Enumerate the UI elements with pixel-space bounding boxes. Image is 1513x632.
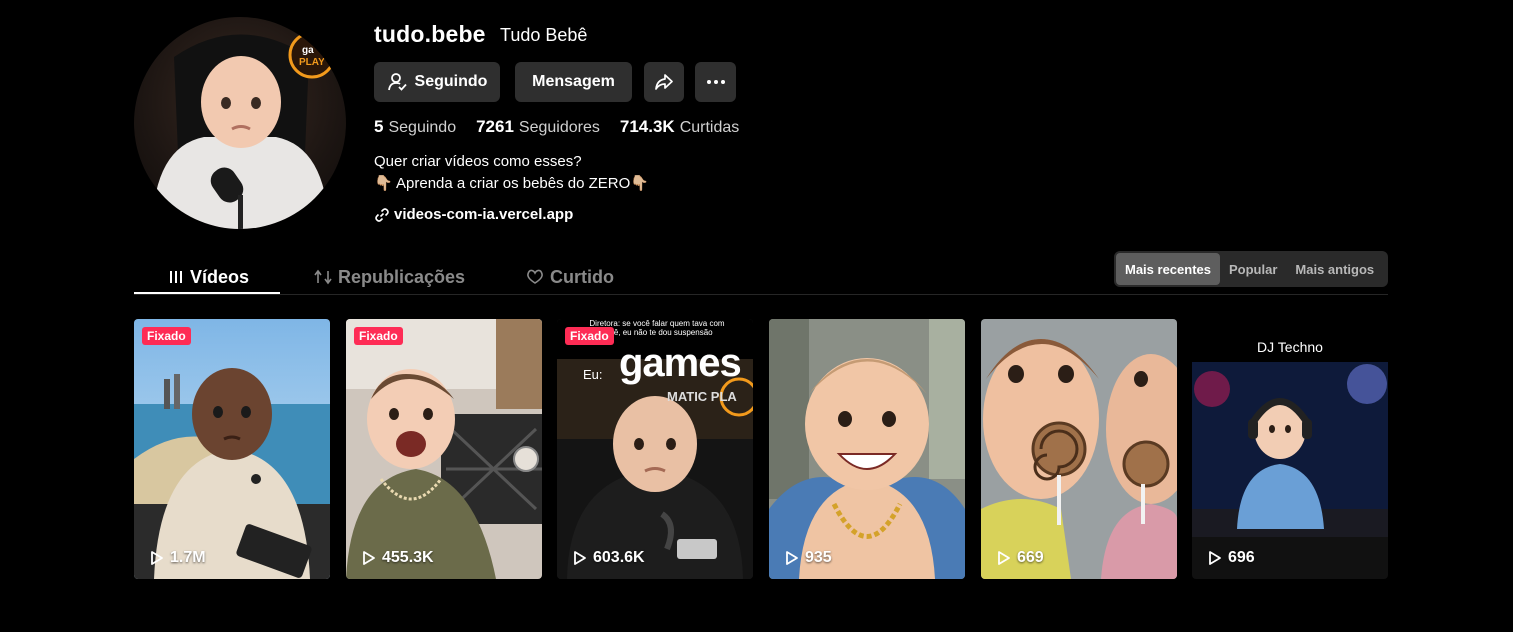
- video-thumbnail: [1192, 319, 1388, 579]
- share-icon: [655, 74, 673, 90]
- video-overlay-eu: Eu:: [583, 367, 603, 382]
- following-button[interactable]: Seguindo: [374, 62, 500, 102]
- stat-followers[interactable]: 7261 Seguidores: [476, 117, 600, 137]
- view-count-value: 603.6K: [593, 549, 645, 566]
- video-overlay-matic: MATIC PLA: [667, 389, 737, 404]
- user-check-icon: [387, 73, 407, 91]
- grid-icon: [170, 271, 182, 283]
- share-button[interactable]: [644, 62, 684, 102]
- pinned-badge: Fixado: [354, 327, 403, 345]
- message-button-label: Mensagem: [532, 73, 615, 90]
- view-count: 696: [1208, 549, 1255, 567]
- more-options-button[interactable]: [695, 62, 736, 102]
- video-card[interactable]: Diretora: se você falar quem tava com vo…: [557, 319, 753, 579]
- profile-link[interactable]: videos-com-ia.vercel.app: [374, 206, 573, 223]
- video-thumbnail: [346, 319, 542, 579]
- video-thumbnail: [981, 319, 1177, 579]
- stat-likes-label: Curtidas: [679, 119, 740, 136]
- view-count: 935: [785, 549, 832, 567]
- view-count: 1.7M: [150, 549, 206, 567]
- following-button-label: Seguindo: [414, 73, 488, 90]
- sort-option-recent[interactable]: Mais recentes: [1116, 253, 1220, 285]
- tabs-divider: [134, 294, 1388, 295]
- play-icon: [363, 551, 375, 565]
- video-card[interactable]: DJ Techno 696: [1192, 319, 1388, 579]
- play-icon: [1209, 551, 1221, 565]
- tab-reposts[interactable]: Republicações: [314, 261, 465, 293]
- play-icon: [998, 551, 1010, 565]
- sort-selector: Mais recentes Popular Mais antigos: [1114, 251, 1388, 287]
- view-count-value: 455.3K: [382, 549, 434, 566]
- profile-username: tudo.bebe: [374, 21, 486, 47]
- video-card[interactable]: 935: [769, 319, 965, 579]
- message-button[interactable]: Mensagem: [515, 62, 632, 102]
- view-count-value: 1.7M: [170, 549, 206, 566]
- video-title: DJ Techno: [1257, 339, 1323, 355]
- profile-link-text: videos-com-ia.vercel.app: [394, 206, 574, 223]
- repost-icon: [314, 269, 332, 285]
- heart-icon: [527, 269, 543, 284]
- stat-following-label: Seguindo: [388, 119, 457, 136]
- svg-text:PLAY: PLAY: [299, 57, 325, 68]
- view-count: 603.6K: [573, 549, 645, 567]
- view-count: 455.3K: [362, 549, 434, 567]
- pinned-badge: Fixado: [565, 327, 614, 345]
- view-count-value: 669: [1017, 549, 1044, 566]
- ellipsis-icon: [706, 80, 725, 84]
- stat-likes-value: 714.3K: [619, 117, 675, 136]
- play-icon: [786, 551, 798, 565]
- sort-option-oldest[interactable]: Mais antigos: [1286, 253, 1383, 285]
- view-count: 669: [997, 549, 1044, 567]
- play-icon: [574, 551, 586, 565]
- video-thumbnail: [134, 319, 330, 579]
- tab-videos[interactable]: Vídeos: [168, 261, 249, 293]
- stat-following[interactable]: 5 Seguindo: [374, 117, 456, 137]
- tab-videos-label: Vídeos: [190, 266, 250, 287]
- profile-avatar: ga PLAY: [134, 17, 346, 229]
- profile-bio: Quer criar vídeos como esses? 👇🏼 Aprenda…: [374, 151, 649, 195]
- tab-liked-label: Curtido: [550, 266, 614, 287]
- video-overlay-games: games: [619, 341, 742, 385]
- video-thumbnail: [769, 319, 965, 579]
- sort-option-popular[interactable]: Popular: [1220, 253, 1286, 285]
- profile-stats: 5 Seguindo 7261 Seguidores 714.3K Curtidas: [374, 117, 739, 137]
- view-count-value: 935: [805, 549, 832, 566]
- profile-nickname: Tudo Bebê: [500, 25, 588, 45]
- video-card[interactable]: Fixado 1.7M: [134, 319, 330, 579]
- video-card[interactable]: 669: [981, 319, 1177, 579]
- video-card[interactable]: Fixado 455.3K: [346, 319, 542, 579]
- play-icon: [151, 551, 163, 565]
- tab-liked[interactable]: Curtido: [526, 261, 614, 293]
- view-count-value: 696: [1228, 549, 1255, 566]
- svg-text:ga: ga: [302, 45, 314, 56]
- tab-reposts-label: Republicações: [338, 266, 466, 287]
- link-icon: [375, 207, 389, 222]
- stat-followers-value: 7261: [476, 117, 514, 136]
- stat-likes: 714.3K Curtidas: [620, 117, 739, 137]
- pinned-badge: Fixado: [142, 327, 191, 345]
- stat-following-value: 5: [374, 117, 384, 136]
- stat-followers-label: Seguidores: [518, 119, 600, 136]
- bio-line-1: Quer criar vídeos como esses?: [374, 153, 582, 170]
- bio-line-2: 👇🏼 Aprenda a criar os bebês do ZERO👇🏼: [374, 175, 649, 192]
